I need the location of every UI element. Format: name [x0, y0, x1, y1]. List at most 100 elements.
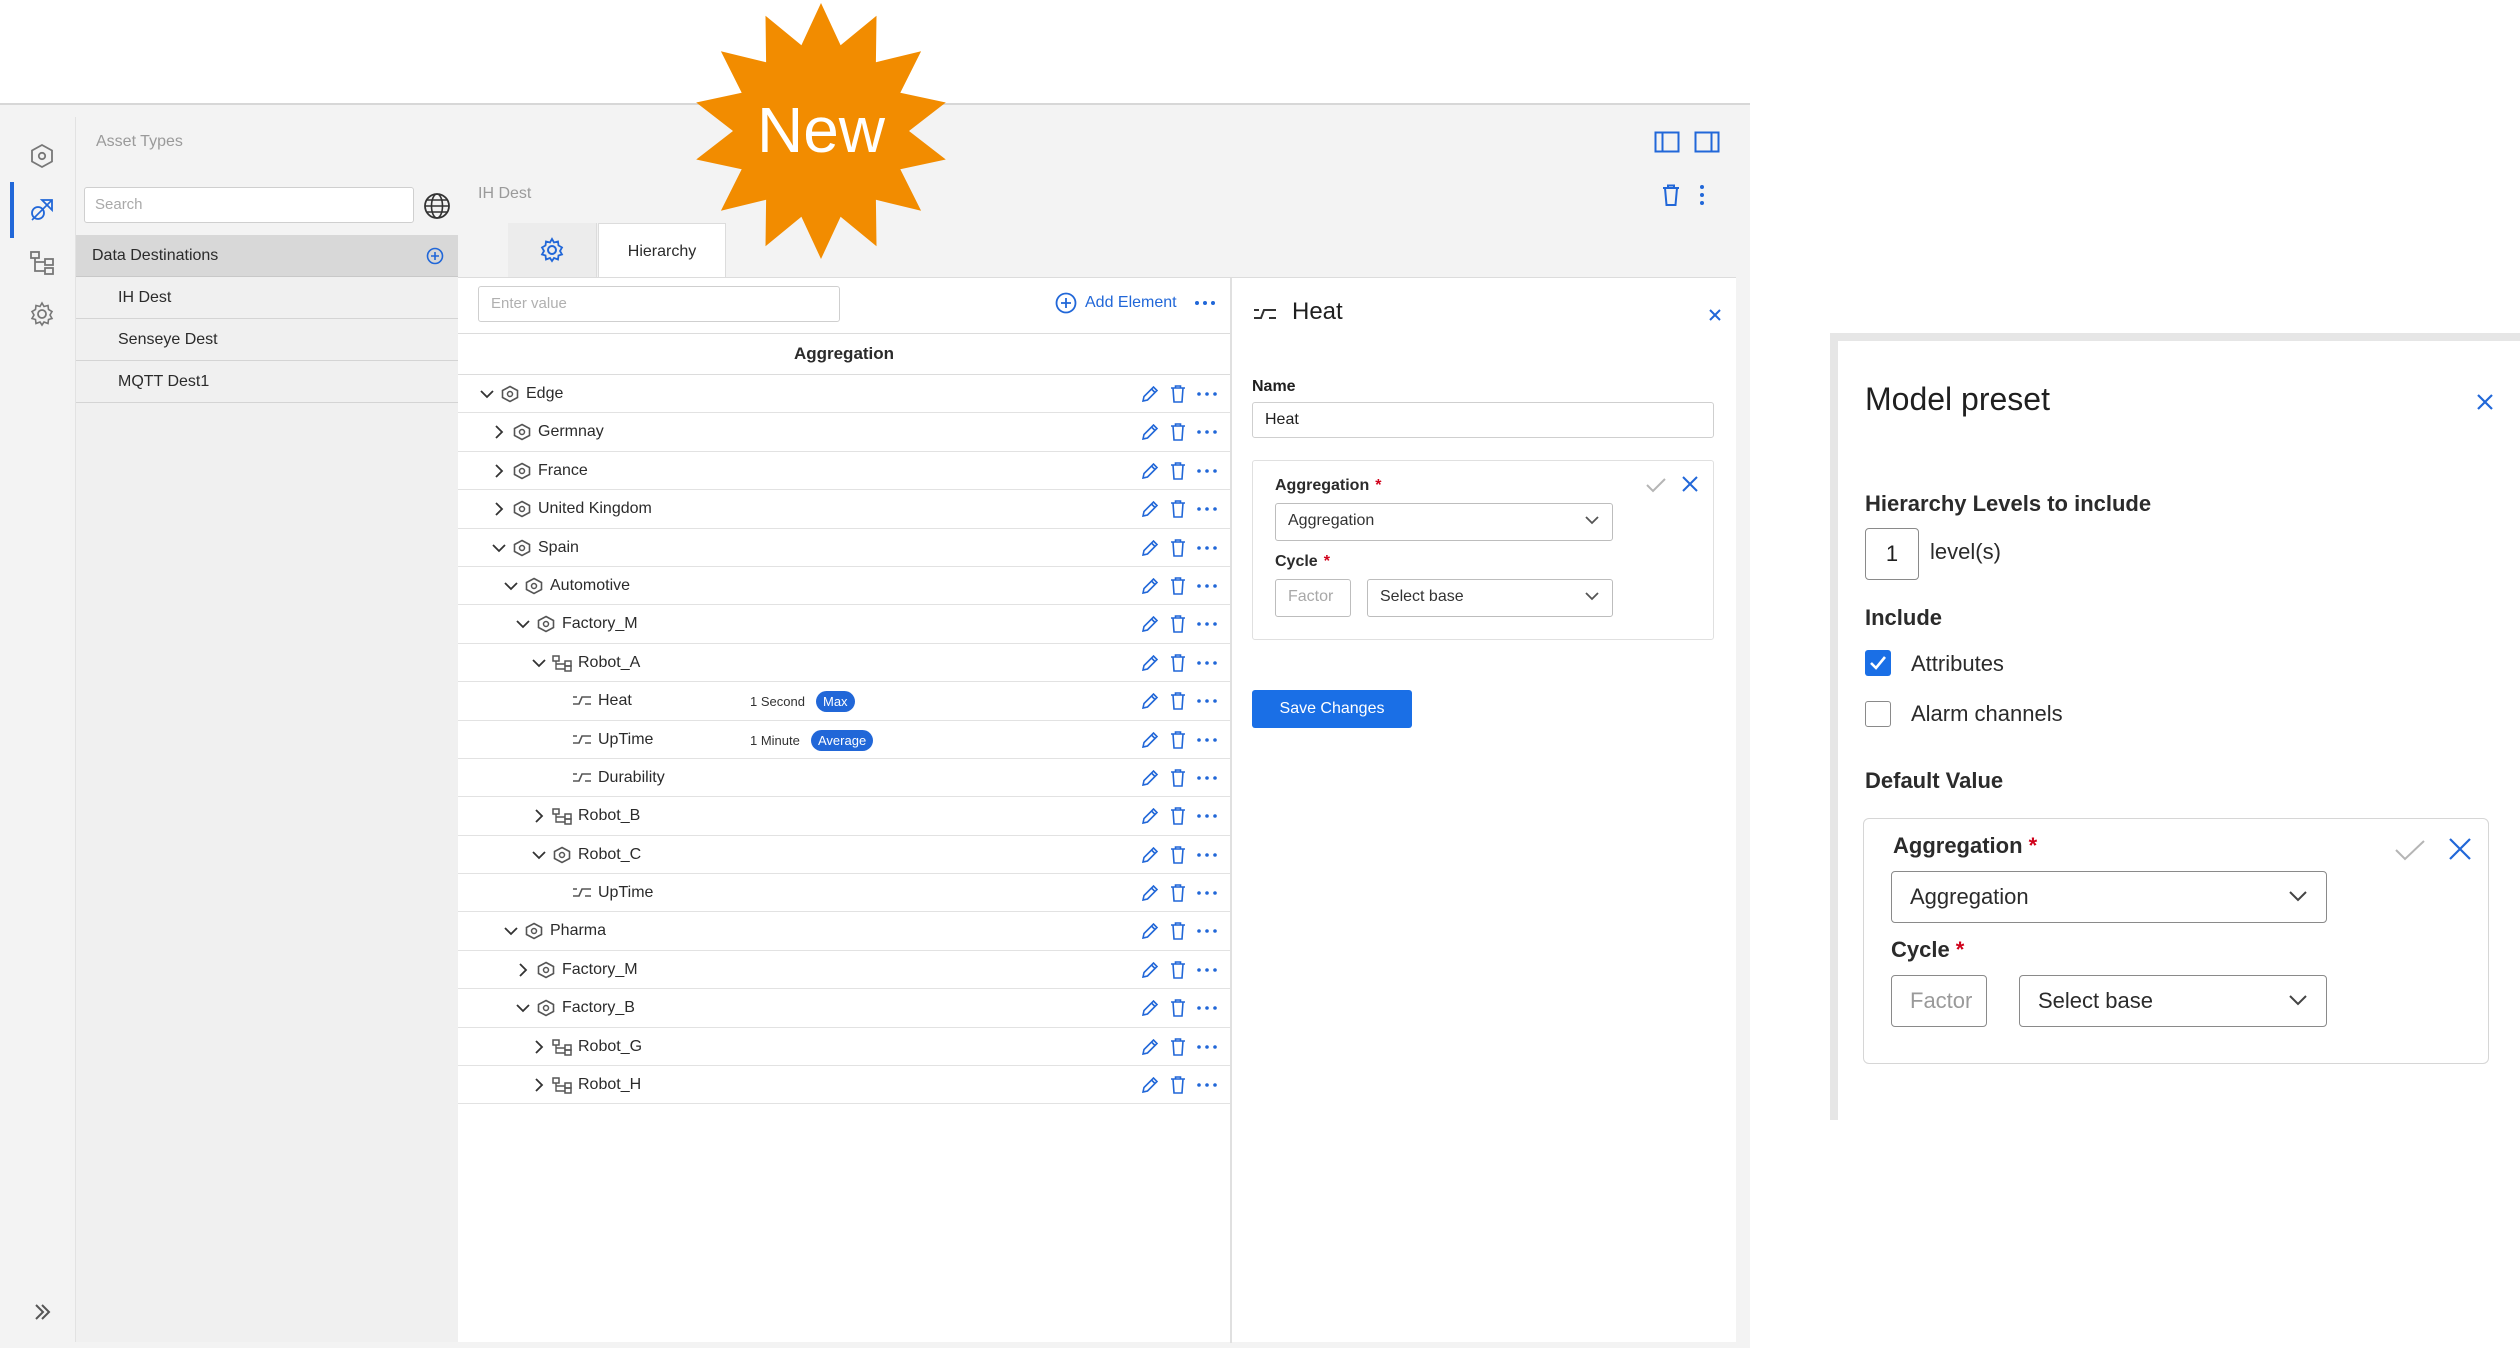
- check-icon[interactable]: [1645, 477, 1667, 493]
- chevron-right-icon[interactable]: [490, 423, 508, 441]
- settings-icon[interactable]: [27, 299, 57, 329]
- factor-input[interactable]: Factor: [1275, 579, 1351, 617]
- trash-icon[interactable]: [1169, 998, 1187, 1018]
- close-icon[interactable]: [1708, 308, 1722, 322]
- edit-icon[interactable]: [1140, 960, 1160, 980]
- trash-icon[interactable]: [1169, 921, 1187, 941]
- edit-icon[interactable]: [1140, 730, 1160, 750]
- aggregation-select[interactable]: Aggregation: [1891, 871, 2327, 923]
- aggregation-select[interactable]: Aggregation: [1275, 503, 1613, 541]
- table-row[interactable]: Durability: [458, 759, 1230, 798]
- hexagon-icon[interactable]: [27, 141, 57, 171]
- trash-icon[interactable]: [1169, 1075, 1187, 1095]
- chevron-right-icon[interactable]: [530, 807, 548, 825]
- trash-icon[interactable]: [1169, 461, 1187, 481]
- trash-icon[interactable]: [1169, 768, 1187, 788]
- chevron-right-icon[interactable]: [27, 1297, 57, 1327]
- edit-icon[interactable]: [1140, 806, 1160, 826]
- trash-icon[interactable]: [1169, 691, 1187, 711]
- table-row[interactable]: France: [458, 452, 1230, 491]
- table-row[interactable]: Robot_A: [458, 644, 1230, 683]
- table-row[interactable]: Factory_M: [458, 605, 1230, 644]
- check-icon[interactable]: [2394, 839, 2426, 861]
- shape-icon[interactable]: [27, 195, 57, 225]
- chevron-down-icon[interactable]: [514, 615, 532, 633]
- trash-icon[interactable]: [1169, 576, 1187, 596]
- base-select[interactable]: Select base: [2019, 975, 2327, 1027]
- more-horizontal-icon[interactable]: [1196, 428, 1218, 436]
- more-horizontal-icon[interactable]: [1196, 1004, 1218, 1012]
- layout-left-panel-icon[interactable]: [1654, 131, 1680, 153]
- more-horizontal-icon[interactable]: [1196, 467, 1218, 475]
- globe-icon[interactable]: [422, 191, 452, 221]
- table-row[interactable]: Robot_H: [458, 1066, 1230, 1105]
- table-row[interactable]: UpTime: [458, 874, 1230, 913]
- chevron-right-icon[interactable]: [530, 1076, 548, 1094]
- edit-icon[interactable]: [1140, 998, 1160, 1018]
- edit-icon[interactable]: [1140, 538, 1160, 558]
- factor-input[interactable]: Factor: [1891, 975, 1987, 1027]
- edit-icon[interactable]: [1140, 499, 1160, 519]
- trash-icon[interactable]: [1169, 384, 1187, 404]
- table-row[interactable]: UpTime 1 Minute Average: [458, 721, 1230, 759]
- table-row[interactable]: Heat 1 Second Max: [458, 682, 1230, 721]
- more-horizontal-icon[interactable]: [1196, 659, 1218, 667]
- table-row[interactable]: Germnay: [458, 413, 1230, 452]
- more-horizontal-icon[interactable]: [1196, 889, 1218, 897]
- edit-icon[interactable]: [1140, 691, 1160, 711]
- data-destinations-header[interactable]: Data Destinations: [76, 235, 458, 277]
- trash-icon[interactable]: [1169, 538, 1187, 558]
- list-item[interactable]: Senseye Dest: [76, 319, 458, 361]
- more-horizontal-icon[interactable]: [1196, 851, 1218, 859]
- trash-icon[interactable]: [1169, 422, 1187, 442]
- table-row[interactable]: Robot_B: [458, 797, 1230, 836]
- add-element-button[interactable]: Add Element: [1055, 292, 1217, 314]
- more-horizontal-icon[interactable]: [1196, 1043, 1218, 1051]
- more-horizontal-icon[interactable]: [1196, 505, 1218, 513]
- table-row[interactable]: Robot_G: [458, 1028, 1230, 1067]
- close-icon[interactable]: [1681, 475, 1699, 493]
- trash-icon[interactable]: [1169, 845, 1187, 865]
- table-row[interactable]: Pharma: [458, 912, 1230, 951]
- more-horizontal-icon[interactable]: [1196, 697, 1218, 705]
- tab-settings[interactable]: [508, 223, 597, 277]
- edit-icon[interactable]: [1140, 845, 1160, 865]
- list-item[interactable]: MQTT Dest1: [76, 361, 458, 403]
- chevron-down-icon[interactable]: [530, 654, 548, 672]
- chevron-right-icon[interactable]: [490, 500, 508, 518]
- trash-icon[interactable]: [1169, 806, 1187, 826]
- edit-icon[interactable]: [1140, 653, 1160, 673]
- base-select[interactable]: Select base: [1367, 579, 1613, 617]
- close-icon[interactable]: [2476, 393, 2494, 411]
- chevron-down-icon[interactable]: [502, 577, 520, 595]
- add-destination-icon[interactable]: [426, 247, 444, 265]
- list-item[interactable]: IH Dest: [76, 277, 458, 319]
- chevron-right-icon[interactable]: [530, 1038, 548, 1056]
- levels-input[interactable]: 1: [1865, 528, 1919, 580]
- more-vertical-icon[interactable]: [1698, 183, 1706, 207]
- table-row[interactable]: Edge: [458, 375, 1230, 414]
- chevron-down-icon[interactable]: [502, 922, 520, 940]
- more-horizontal-icon[interactable]: [1196, 620, 1218, 628]
- search-input[interactable]: Search: [84, 187, 414, 223]
- layout-right-panel-icon[interactable]: [1694, 131, 1720, 153]
- trash-icon[interactable]: [1660, 183, 1682, 207]
- edit-icon[interactable]: [1140, 768, 1160, 788]
- edit-icon[interactable]: [1140, 422, 1160, 442]
- trash-icon[interactable]: [1169, 653, 1187, 673]
- edit-icon[interactable]: [1140, 883, 1160, 903]
- chevron-right-icon[interactable]: [514, 961, 532, 979]
- table-row[interactable]: Spain: [458, 529, 1230, 567]
- edit-icon[interactable]: [1140, 921, 1160, 941]
- name-field[interactable]: Heat: [1252, 402, 1714, 438]
- edit-icon[interactable]: [1140, 461, 1160, 481]
- trash-icon[interactable]: [1169, 614, 1187, 634]
- more-horizontal-icon[interactable]: [1196, 774, 1218, 782]
- more-horizontal-icon[interactable]: [1196, 582, 1218, 590]
- edit-icon[interactable]: [1140, 384, 1160, 404]
- edit-icon[interactable]: [1140, 576, 1160, 596]
- more-horizontal-icon[interactable]: [1196, 966, 1218, 974]
- table-row[interactable]: Robot_C: [458, 836, 1230, 875]
- close-icon[interactable]: [2448, 837, 2472, 861]
- chevron-down-icon[interactable]: [514, 999, 532, 1017]
